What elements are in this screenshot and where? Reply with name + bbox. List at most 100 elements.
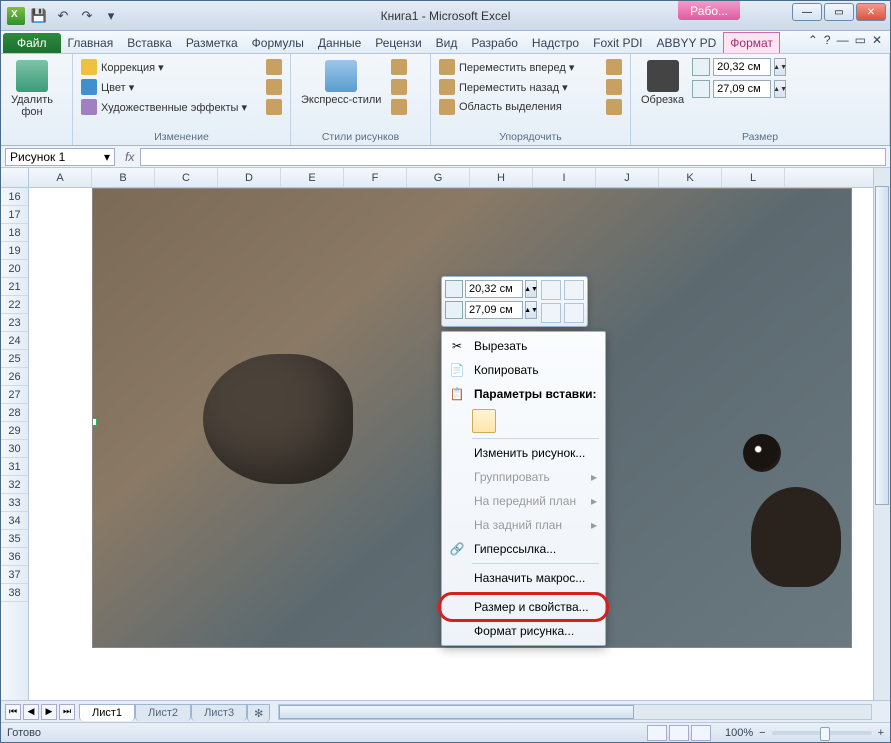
ctx-size-and-properties[interactable]: Размер и свойства...	[444, 595, 603, 619]
tab-formulas[interactable]: Формулы	[245, 32, 311, 53]
zoom-out-button[interactable]: −	[759, 727, 765, 739]
fx-icon[interactable]: fx	[119, 150, 140, 164]
row-header[interactable]: 33	[1, 494, 28, 512]
tab-addins[interactable]: Надстро	[525, 32, 586, 53]
rotate-button[interactable]	[604, 98, 624, 116]
ctx-hyperlink[interactable]: 🔗Гиперссылка...	[444, 537, 603, 561]
mini-width-input[interactable]	[465, 301, 523, 319]
close-button[interactable]: ✕	[856, 3, 886, 21]
tab-review[interactable]: Рецензи	[368, 32, 428, 53]
save-icon[interactable]: 💾	[29, 6, 49, 26]
redo-icon[interactable]: ↷	[77, 6, 97, 26]
tab-view[interactable]: Вид	[429, 32, 465, 53]
col-header[interactable]: B	[92, 168, 155, 187]
scrollbar-thumb[interactable]	[279, 705, 634, 719]
reset-picture-button[interactable]	[264, 98, 284, 116]
col-header[interactable]: F	[344, 168, 407, 187]
picture-layout-button[interactable]	[389, 98, 409, 116]
mini-height-input[interactable]	[465, 280, 523, 298]
row-header[interactable]: 26	[1, 368, 28, 386]
row-header[interactable]: 21	[1, 278, 28, 296]
select-all-corner[interactable]	[1, 168, 29, 187]
picture-border-button[interactable]	[389, 58, 409, 76]
doc-restore-icon[interactable]: ▭	[855, 33, 866, 47]
express-styles-button[interactable]: Экспресс-стили	[297, 58, 385, 108]
row-header[interactable]: 20	[1, 260, 28, 278]
width-input[interactable]	[713, 80, 771, 98]
sheet-nav-first[interactable]: ⏮	[5, 704, 21, 720]
corrections-button[interactable]: Коррекция ▾	[79, 58, 260, 76]
row-header[interactable]: 37	[1, 566, 28, 584]
mini-style-icon[interactable]	[541, 303, 561, 323]
sheet-tab-1[interactable]: Лист1	[79, 704, 135, 721]
tab-format[interactable]: Формат	[723, 32, 780, 53]
row-header[interactable]: 19	[1, 242, 28, 260]
align-button[interactable]	[604, 58, 624, 76]
qat-customize-icon[interactable]: ▾	[101, 6, 121, 26]
col-header[interactable]: I	[533, 168, 596, 187]
mini-bring-forward-icon[interactable]	[541, 280, 561, 300]
file-tab[interactable]: Файл	[3, 33, 61, 53]
resize-handle-left[interactable]	[92, 418, 97, 426]
row-header[interactable]: 30	[1, 440, 28, 458]
sheet-tab-3[interactable]: Лист3	[191, 704, 247, 721]
view-page-break-button[interactable]	[691, 725, 711, 741]
col-header[interactable]: E	[281, 168, 344, 187]
compress-button[interactable]	[264, 58, 284, 76]
tab-insert[interactable]: Вставка	[120, 32, 179, 53]
tab-foxit[interactable]: Foxit PDI	[586, 32, 649, 53]
mini-width-spinner[interactable]: ▲▼	[525, 301, 537, 319]
row-header[interactable]: 35	[1, 530, 28, 548]
row-header[interactable]: 28	[1, 404, 28, 422]
crop-button[interactable]: Обрезка	[637, 58, 688, 108]
help-icon[interactable]: ?	[824, 33, 831, 47]
zoom-slider[interactable]	[772, 731, 872, 735]
color-button[interactable]: Цвет ▾	[79, 78, 260, 96]
tab-abbyy[interactable]: ABBYY PD	[649, 32, 723, 53]
tab-developer[interactable]: Разрабо	[464, 32, 525, 53]
mini-crop-icon[interactable]	[564, 303, 584, 323]
artistic-effects-button[interactable]: Художественные эффекты ▾	[79, 98, 260, 116]
ctx-cut[interactable]: ✂Вырезать	[444, 334, 603, 358]
bring-forward-button[interactable]: Переместить вперед ▾	[437, 58, 600, 76]
maximize-button[interactable]: ▭	[824, 3, 854, 21]
formula-input[interactable]	[140, 148, 886, 166]
row-header[interactable]: 25	[1, 350, 28, 368]
tab-home[interactable]: Главная	[61, 32, 121, 53]
horizontal-scrollbar[interactable]	[278, 704, 872, 720]
col-header[interactable]: A	[29, 168, 92, 187]
minimize-ribbon-icon[interactable]: ⌃	[808, 33, 818, 47]
row-header[interactable]: 16	[1, 188, 28, 206]
tab-layout[interactable]: Разметка	[179, 32, 245, 53]
row-header[interactable]: 24	[1, 332, 28, 350]
new-sheet-button[interactable]: ✻	[247, 704, 270, 722]
tab-data[interactable]: Данные	[311, 32, 368, 53]
row-header[interactable]: 38	[1, 584, 28, 602]
mini-send-backward-icon[interactable]	[564, 280, 584, 300]
sheet-nav-prev[interactable]: ◀	[23, 704, 39, 720]
row-header[interactable]: 36	[1, 548, 28, 566]
col-header[interactable]: D	[218, 168, 281, 187]
row-header[interactable]: 17	[1, 206, 28, 224]
sheet-nav-last[interactable]: ⏭	[59, 704, 75, 720]
row-header[interactable]: 31	[1, 458, 28, 476]
minimize-button[interactable]: —	[792, 3, 822, 21]
row-header[interactable]: 27	[1, 386, 28, 404]
row-header[interactable]: 29	[1, 422, 28, 440]
remove-background-button[interactable]: Удалить фон	[7, 58, 57, 120]
scrollbar-thumb[interactable]	[875, 186, 889, 505]
zoom-percent[interactable]: 100%	[725, 727, 753, 739]
height-spinner[interactable]: ▲▼	[774, 58, 786, 76]
view-page-layout-button[interactable]	[669, 725, 689, 741]
undo-icon[interactable]: ↶	[53, 6, 73, 26]
sheet-nav-next[interactable]: ▶	[41, 704, 57, 720]
selection-pane-button[interactable]: Область выделения	[437, 98, 600, 116]
col-header[interactable]: H	[470, 168, 533, 187]
width-spinner[interactable]: ▲▼	[774, 80, 786, 98]
col-header[interactable]: K	[659, 168, 722, 187]
row-header[interactable]: 22	[1, 296, 28, 314]
name-box[interactable]: Рисунок 1 ▾	[5, 148, 115, 166]
mini-height-spinner[interactable]: ▲▼	[525, 280, 537, 298]
ctx-copy[interactable]: 📄Копировать	[444, 358, 603, 382]
height-input[interactable]	[713, 58, 771, 76]
